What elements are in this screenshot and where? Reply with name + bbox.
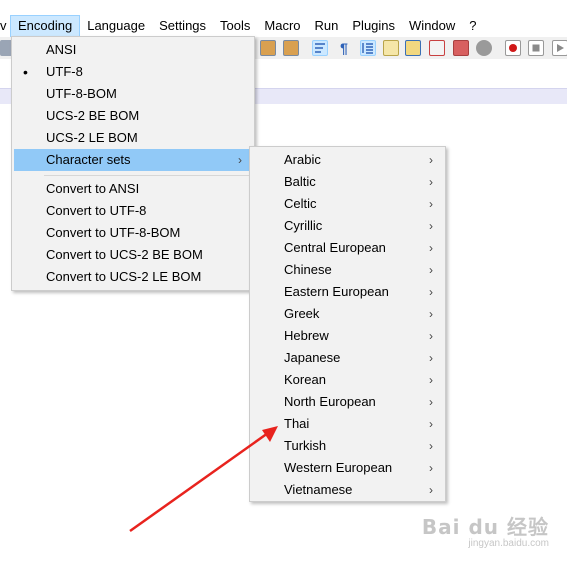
charset-item-cyrillic[interactable]: Cyrillic ›: [252, 215, 443, 237]
submenu-arrow-icon: ›: [429, 241, 433, 255]
play-macro-icon[interactable]: [552, 40, 567, 56]
menu-item-utf8[interactable]: • UTF-8: [14, 61, 252, 83]
watermark-logo: Bai du 经验: [421, 515, 549, 539]
function-list-icon[interactable]: [429, 40, 445, 56]
submenu-arrow-icon: ›: [238, 153, 242, 167]
submenu-arrow-icon: ›: [429, 219, 433, 233]
encoding-menu: ANSI • UTF-8 UTF-8-BOM UCS-2 BE BOM UCS-2…: [11, 36, 255, 291]
menu-item-convert-ucs2-le-bom[interactable]: Convert to UCS-2 LE BOM: [14, 266, 252, 288]
submenu-arrow-icon: ›: [429, 395, 433, 409]
menu-encoding[interactable]: Encoding: [10, 15, 81, 37]
menu-help[interactable]: ?: [462, 15, 483, 37]
menu-separator: [44, 175, 252, 176]
submenu-arrow-icon: ›: [429, 307, 433, 321]
charset-item-japanese[interactable]: Japanese ›: [252, 347, 443, 369]
charset-item-north-european[interactable]: North European ›: [252, 391, 443, 413]
menu-item-character-sets[interactable]: Character sets ›: [14, 149, 252, 171]
stop-macro-icon[interactable]: [528, 40, 544, 56]
submenu-arrow-icon: ›: [429, 439, 433, 453]
menu-item-utf8-bom[interactable]: UTF-8-BOM: [14, 83, 252, 105]
menu-item-convert-utf8[interactable]: Convert to UTF-8: [14, 200, 252, 222]
menu-language[interactable]: Language: [80, 15, 152, 37]
submenu-arrow-icon: ›: [429, 461, 433, 475]
checked-bullet-icon: •: [23, 64, 28, 80]
menu-item-ucs2-be-bom[interactable]: UCS-2 BE BOM: [14, 105, 252, 127]
submenu-arrow-icon: ›: [429, 153, 433, 167]
menu-item-ucs2-le-bom[interactable]: UCS-2 LE BOM: [14, 127, 252, 149]
indent-guide-icon[interactable]: [360, 40, 376, 56]
menu-plugins[interactable]: Plugins: [345, 15, 402, 37]
show-all-chars-icon[interactable]: ¶: [336, 40, 352, 56]
menu-window[interactable]: Window: [402, 15, 462, 37]
menu-item-convert-utf8-bom[interactable]: Convert to UTF-8-BOM: [14, 222, 252, 244]
menu-run[interactable]: Run: [308, 15, 346, 37]
menu-item-convert-ucs2-be-bom[interactable]: Convert to UCS-2 BE BOM: [14, 244, 252, 266]
submenu-arrow-icon: ›: [429, 483, 433, 497]
charset-item-vietnamese[interactable]: Vietnamese ›: [252, 479, 443, 501]
charset-item-eastern-european[interactable]: Eastern European ›: [252, 281, 443, 303]
charset-item-korean[interactable]: Korean ›: [252, 369, 443, 391]
charset-item-hebrew[interactable]: Hebrew ›: [252, 325, 443, 347]
submenu-arrow-icon: ›: [429, 263, 433, 277]
record-macro-icon[interactable]: [505, 40, 521, 56]
doc-list-icon[interactable]: [405, 40, 421, 56]
monitoring-icon[interactable]: [476, 40, 492, 56]
charset-item-chinese[interactable]: Chinese ›: [252, 259, 443, 281]
charset-item-celtic[interactable]: Celtic ›: [252, 193, 443, 215]
watermark: Bai du 经验 jingyan.baidu.com: [422, 511, 549, 549]
submenu-arrow-icon: ›: [429, 285, 433, 299]
menu-macro[interactable]: Macro: [257, 15, 307, 37]
sync-vertical-icon[interactable]: [260, 40, 276, 56]
submenu-arrow-icon: ›: [429, 197, 433, 211]
sync-horizontal-icon[interactable]: [283, 40, 299, 56]
menu-item-convert-ansi[interactable]: Convert to ANSI: [14, 178, 252, 200]
charset-item-western-european[interactable]: Western European ›: [252, 457, 443, 479]
charset-item-arabic[interactable]: Arabic ›: [252, 149, 443, 171]
menu-view[interactable]: v: [0, 15, 10, 37]
submenu-arrow-icon: ›: [429, 373, 433, 387]
submenu-arrow-icon: ›: [429, 417, 433, 431]
menu-tools[interactable]: Tools: [213, 15, 257, 37]
submenu-arrow-icon: ›: [429, 175, 433, 189]
menu-settings[interactable]: Settings: [152, 15, 213, 37]
word-wrap-icon[interactable]: [312, 40, 328, 56]
menu-item-ansi[interactable]: ANSI: [14, 39, 252, 61]
charset-item-baltic[interactable]: Baltic ›: [252, 171, 443, 193]
annotation-arrow: [129, 431, 269, 533]
doc-map-icon[interactable]: [383, 40, 399, 56]
folder-workspace-icon[interactable]: [453, 40, 469, 56]
submenu-arrow-icon: ›: [429, 329, 433, 343]
charset-item-central-european[interactable]: Central European ›: [252, 237, 443, 259]
submenu-arrow-icon: ›: [429, 351, 433, 365]
charset-item-turkish[interactable]: Turkish ›: [252, 435, 443, 457]
charset-item-thai[interactable]: Thai ›: [252, 413, 443, 435]
character-sets-submenu: Arabic › Baltic › Celtic › Cyrillic › Centra…: [249, 146, 446, 502]
charset-item-greek[interactable]: Greek ›: [252, 303, 443, 325]
menu-bar: v Encoding Language Settings Tools Macro…: [0, 15, 567, 37]
